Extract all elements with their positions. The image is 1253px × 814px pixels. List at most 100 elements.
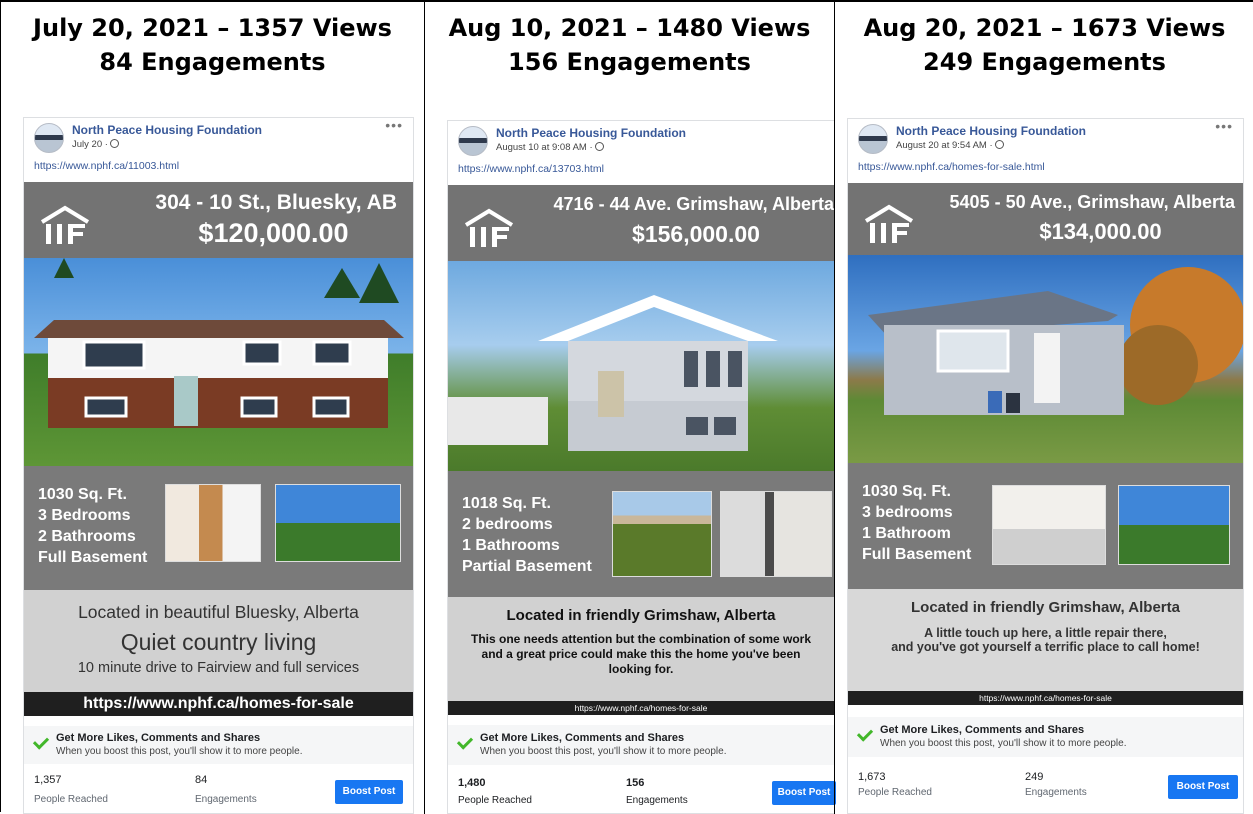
location-text: Located in beautiful Bluesky, Alberta [78, 602, 359, 622]
post-timestamp[interactable]: August 10 at 9:08 AM · [496, 142, 604, 153]
post-header: North Peace Housing Foundation July 20 ·… [34, 117, 403, 157]
people-reached-count: 1,673 [858, 771, 886, 783]
spec-bathrooms: 1 Bathroom [862, 525, 951, 542]
checkmark-icon [32, 733, 50, 750]
listing-address: 5405 - 50 Ave., Grimshaw, Alberta [949, 192, 1235, 212]
page-avatar[interactable] [34, 123, 64, 153]
listing-url-bar: https://www.nphf.ca/homes-for-sale [24, 692, 413, 716]
page-avatar[interactable] [858, 124, 888, 154]
yard-thumbnail [1118, 485, 1230, 565]
spec-bathrooms: 2 Bathrooms [38, 528, 136, 545]
engagements-count: 84 [195, 774, 208, 786]
listing-description: Located in friendly Grimshaw, Alberta Th… [448, 597, 834, 715]
specs-band: 1030 Sq. Ft. 3 bedrooms 1 Bathroom Full … [848, 463, 1243, 589]
more-options-icon[interactable]: ••• [385, 117, 403, 133]
flyer-header: 5405 - 50 Ave., Grimshaw, Alberta $134,0… [848, 183, 1243, 255]
specs-band: 1018 Sq. Ft. 2 bedrooms 1 Bathrooms Part… [448, 471, 834, 597]
page-name-link[interactable]: North Peace Housing Foundation [896, 124, 1086, 138]
page-avatar[interactable] [458, 126, 488, 156]
post-link[interactable]: https://www.nphf.ca/11003.html [34, 160, 179, 172]
boost-prompt-title: Get More Likes, Comments and Shares [56, 732, 261, 744]
listing-price: $134,000.00 [1039, 219, 1162, 244]
listing-url-bar: https://www.nphf.ca/homes-for-sale [848, 691, 1243, 705]
engagements-label: Engagements [195, 794, 257, 805]
flyer-header: 4716 - 44 Ave. Grimshaw, Alberta $156,00… [448, 185, 834, 261]
listing-address: 304 - 10 St., Bluesky, AB [155, 191, 397, 214]
people-reached-label: People Reached [34, 794, 108, 805]
house-illustration [448, 295, 778, 451]
spec-bathrooms: 1 Bathrooms [462, 537, 560, 554]
globe-icon [594, 142, 604, 151]
interior-thumbnail [720, 491, 832, 577]
interior-thumbnail [992, 485, 1106, 565]
header-engagements: 156 Engagements [508, 48, 751, 76]
location-text: Located in friendly Grimshaw, Alberta [911, 599, 1180, 616]
boost-prompt-subtitle: When you boost this post, you'll show it… [480, 746, 727, 757]
house-photo [24, 258, 413, 466]
header-date-views: July 20, 2021 – 1357 Views [33, 14, 392, 42]
listing-flyer-image[interactable]: 5405 - 50 Ave., Grimshaw, Alberta $134,0… [848, 183, 1243, 691]
description-line-1: A little touch up here, a little repair … [924, 626, 1167, 640]
listing-flyer-image[interactable]: 304 - 10 St., Bluesky, AB $120,000.00 10… [24, 182, 413, 716]
header-date-views: Aug 20, 2021 – 1673 Views [863, 14, 1226, 42]
house-illustration [868, 267, 1243, 415]
spec-basement: Full Basement [862, 546, 972, 563]
house-photo [448, 261, 834, 471]
engagements-label: Engagements [626, 795, 688, 806]
boost-prompt-title: Get More Likes, Comments and Shares [480, 732, 685, 744]
checkmark-icon [856, 725, 874, 742]
spec-square-feet: 1030 Sq. Ft. [38, 486, 127, 503]
post-header: North Peace Housing Foundation August 10… [458, 126, 824, 160]
boost-prompt-title: Get More Likes, Comments and Shares [880, 724, 1085, 736]
specs-list: 1018 Sq. Ft. 2 bedrooms 1 Bathrooms Part… [462, 493, 592, 577]
spec-bedrooms: 3 Bedrooms [38, 507, 131, 524]
post-column-1: July 20, 2021 – 1357 Views 84 Engagement… [1, 2, 424, 814]
listing-flyer-image[interactable]: 4716 - 44 Ave. Grimshaw, Alberta $156,00… [448, 185, 834, 715]
people-reached-count: 1,480 [458, 777, 486, 789]
globe-icon [994, 140, 1004, 149]
boost-post-button[interactable]: Boost Post [1168, 775, 1238, 799]
post-column-3: Aug 20, 2021 – 1673 Views 249 Engagement… [834, 2, 1253, 814]
post-link[interactable]: https://www.nphf.ca/homes-for-sale.html [858, 161, 1045, 173]
people-reached-label: People Reached [858, 787, 932, 798]
engagements-label: Engagements [1025, 787, 1087, 798]
globe-icon [109, 139, 119, 148]
post-column-2: Aug 10, 2021 – 1480 Views 156 Engagement… [424, 2, 836, 814]
people-reached-count: 1,357 [34, 774, 62, 786]
engagements-count: 249 [1025, 771, 1044, 783]
listing-price: $156,000.00 [632, 221, 760, 247]
post-timestamp[interactable]: August 20 at 9:54 AM · [896, 140, 1004, 151]
checkmark-icon [456, 733, 474, 750]
column-header: Aug 10, 2021 – 1480 Views 156 Engagement… [425, 2, 834, 110]
column-header: July 20, 2021 – 1357 Views 84 Engagement… [1, 2, 424, 110]
tagline-text: Quiet country living [120, 629, 317, 655]
boost-prompt[interactable]: Get More Likes, Comments and Shares When… [448, 725, 834, 765]
description-line-2: and you've got yourself a terrific place… [891, 640, 1200, 654]
specs-band: 1030 Sq. Ft. 3 Bedrooms 2 Bathrooms Full… [24, 466, 413, 590]
yard-thumbnail [612, 491, 712, 577]
more-options-icon[interactable]: ••• [1215, 118, 1233, 134]
page-name-link[interactable]: North Peace Housing Foundation [496, 126, 686, 140]
boost-post-button[interactable]: Boost Post [772, 781, 836, 805]
house-photo [848, 255, 1243, 463]
post-link[interactable]: https://www.nphf.ca/13703.html [458, 163, 604, 175]
location-text: Located in friendly Grimshaw, Alberta [506, 607, 776, 624]
spec-bedrooms: 2 bedrooms [462, 516, 553, 533]
header-engagements: 249 Engagements [923, 48, 1166, 76]
facebook-post-card: North Peace Housing Foundation August 20… [847, 118, 1244, 814]
comparison-grid: July 20, 2021 – 1357 Views 84 Engagement… [0, 0, 1253, 814]
description-text: 10 minute drive to Fairview and full ser… [77, 660, 360, 676]
specs-list: 1030 Sq. Ft. 3 bedrooms 1 Bathroom Full … [862, 481, 971, 565]
boost-post-button[interactable]: Boost Post [335, 780, 403, 804]
listing-price: $120,000.00 [198, 218, 349, 248]
boost-prompt[interactable]: Get More Likes, Comments and Shares When… [848, 717, 1243, 757]
page-name-link[interactable]: North Peace Housing Foundation [72, 123, 262, 137]
boost-prompt[interactable]: Get More Likes, Comments and Shares When… [24, 726, 413, 764]
facebook-post-card: North Peace Housing Foundation July 20 ·… [23, 117, 414, 814]
description-text: This one needs attention but the combina… [470, 632, 812, 676]
spec-basement: Full Basement [38, 549, 148, 566]
post-timestamp[interactable]: July 20 · [72, 139, 119, 150]
nphf-logo-icon [464, 208, 514, 247]
boost-prompt-subtitle: When you boost this post, you'll show it… [56, 746, 303, 757]
specs-list: 1030 Sq. Ft. 3 Bedrooms 2 Bathrooms Full… [38, 484, 147, 568]
